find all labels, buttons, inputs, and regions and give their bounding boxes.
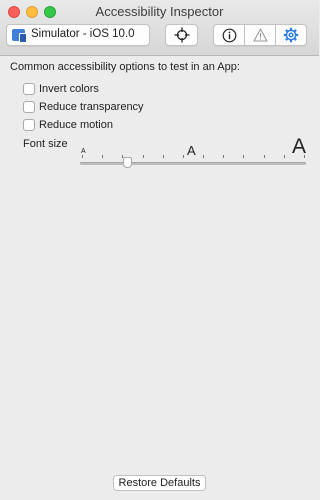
gear-icon	[283, 27, 299, 43]
font-size-slider-track[interactable]	[80, 162, 306, 165]
font-size-slider-thumb[interactable]	[123, 157, 132, 168]
font-size-slider-tick	[102, 155, 103, 158]
reduce-transparency-checkbox[interactable]	[23, 101, 35, 113]
font-size-slider-tick	[163, 155, 164, 158]
font-size-label: Font size	[23, 138, 68, 150]
invert-colors-option[interactable]: Invert colors	[23, 82, 99, 96]
font-size-slider[interactable]	[80, 155, 306, 169]
font-size-slider-tick	[82, 155, 83, 158]
reduce-transparency-option[interactable]: Reduce transparency	[23, 100, 144, 114]
point-to-inspect-button[interactable]	[165, 24, 198, 46]
reduce-transparency-label: Reduce transparency	[39, 101, 144, 113]
target-selector-label: Simulator - iOS 10.0	[31, 28, 135, 40]
reduce-motion-checkbox[interactable]	[23, 119, 35, 131]
info-icon	[222, 28, 237, 43]
mode-segmented-control	[213, 24, 307, 46]
warning-icon	[252, 28, 268, 42]
target-selector[interactable]: Simulator - iOS 10.0	[6, 24, 150, 46]
font-size-slider-tick	[203, 155, 204, 158]
font-size-slider-tick	[264, 155, 265, 158]
restore-defaults-button[interactable]: Restore Defaults	[113, 475, 206, 491]
reduce-motion-option[interactable]: Reduce motion	[23, 118, 113, 132]
font-size-small-glyph: A	[81, 148, 86, 155]
tab-settings[interactable]	[275, 25, 306, 45]
font-size-slider-tick	[304, 155, 305, 158]
reduce-motion-label: Reduce motion	[39, 119, 113, 131]
font-size-slider-tick	[243, 155, 244, 158]
simulator-icon	[12, 29, 27, 43]
crosshair-icon	[166, 25, 197, 45]
tab-audit[interactable]	[244, 25, 275, 45]
invert-colors-checkbox[interactable]	[23, 83, 35, 95]
window-title: Accessibility Inspector	[95, 4, 224, 19]
font-size-slider-tick	[223, 155, 224, 158]
font-size-slider-tick	[183, 155, 184, 158]
settings-intro-text: Common accessibility options to test in …	[10, 61, 240, 73]
tab-inspection[interactable]	[214, 25, 244, 45]
font-size-slider-tick	[284, 155, 285, 158]
invert-colors-label: Invert colors	[39, 83, 99, 95]
font-size-slider-tick	[143, 155, 144, 158]
window-titlebar: Accessibility Inspector Simulator - iOS …	[0, 0, 319, 56]
